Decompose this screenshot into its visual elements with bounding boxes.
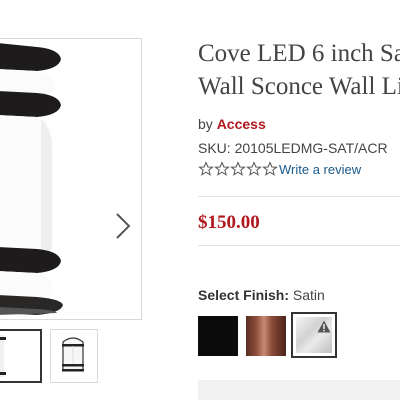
swatch-bronze[interactable] (246, 316, 286, 356)
rating-row: Write a review (198, 161, 361, 177)
divider (198, 196, 400, 197)
star-empty-icon (246, 161, 262, 176)
sconce-side-thumbnail[interactable] (50, 329, 98, 383)
product-title-line-1: Cove LED 6 inch Satin (198, 40, 400, 67)
write-review-link[interactable]: Write a review (279, 162, 361, 177)
wall-sconce-image (0, 39, 141, 319)
brand-line: by Access (198, 116, 266, 132)
image-gallery (0, 38, 142, 320)
brand-link[interactable]: Access (217, 116, 266, 132)
product-page: Cove LED 6 inch Satin Wall Sconce Wall L… (0, 0, 400, 400)
swatch-satin[interactable] (291, 312, 337, 358)
star-rating (198, 161, 278, 177)
finish-label: Select Finish: Satin (198, 287, 325, 303)
star-empty-icon (214, 161, 230, 176)
sconce-front-thumbnail[interactable] (0, 329, 42, 383)
finish-selected-value: Satin (292, 287, 325, 303)
product-sku: SKU: 20105LEDMG-SAT/ACR (198, 140, 388, 156)
add-to-cart-area (198, 380, 400, 400)
product-title-line-2: Wall Sconce Wall Light (198, 73, 400, 100)
swatch-black[interactable] (198, 316, 238, 356)
finish-label-prefix: Select Finish: (198, 287, 290, 303)
product-price: $150.00 (198, 212, 260, 233)
divider (198, 245, 400, 246)
brand-prefix: by (198, 116, 213, 132)
star-empty-icon (262, 161, 278, 176)
chevron-right-icon[interactable] (111, 211, 133, 241)
warning-icon (317, 320, 331, 333)
star-empty-icon (198, 161, 214, 176)
product-title: Cove LED 6 inch Satin Wall Sconce Wall L… (198, 37, 400, 103)
star-empty-icon (230, 161, 246, 176)
